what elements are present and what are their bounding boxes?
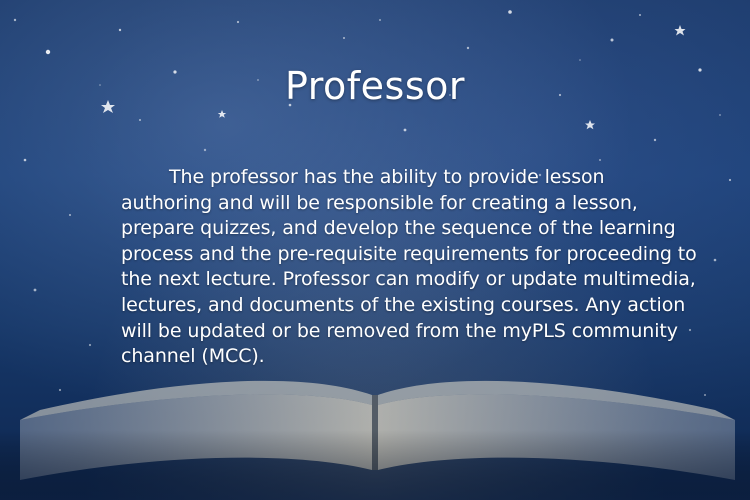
slide: Professor The professor has the ability … xyxy=(0,0,750,500)
slide-paragraph: The professor has the ability to provide… xyxy=(121,166,697,368)
slide-title: Professor xyxy=(284,64,465,108)
